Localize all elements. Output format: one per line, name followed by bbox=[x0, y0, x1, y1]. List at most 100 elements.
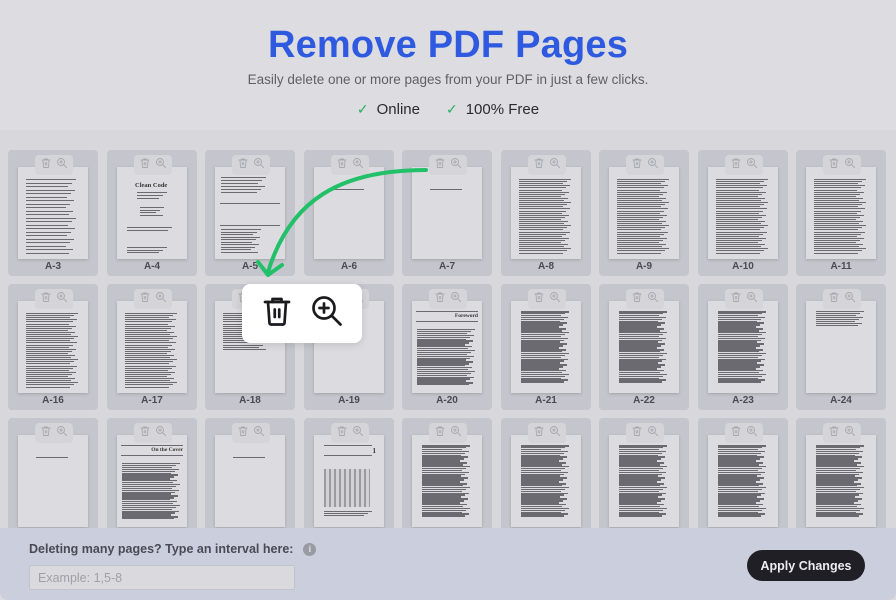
trash-icon[interactable] bbox=[730, 424, 742, 442]
page-thumbnail[interactable] bbox=[215, 435, 285, 527]
page-card[interactable] bbox=[698, 418, 788, 528]
page-card[interactable]: A-6 bbox=[304, 150, 394, 276]
trash-icon[interactable] bbox=[730, 290, 742, 308]
zoom-in-icon[interactable] bbox=[746, 424, 758, 442]
interval-input[interactable] bbox=[29, 565, 295, 590]
page-thumbnail[interactable]: On the Cover bbox=[117, 435, 187, 527]
page-card[interactable]: A-22 bbox=[599, 284, 689, 410]
zoom-in-icon[interactable] bbox=[844, 156, 856, 174]
page-thumbnail[interactable] bbox=[117, 301, 187, 393]
page-thumbnail[interactable] bbox=[806, 167, 876, 259]
page-thumbnail[interactable] bbox=[18, 435, 88, 527]
trash-icon[interactable] bbox=[40, 424, 52, 442]
page-card[interactable]: A-10 bbox=[698, 150, 788, 276]
zoom-in-icon[interactable] bbox=[647, 156, 659, 174]
page-card[interactable]: A-8 bbox=[501, 150, 591, 276]
page-thumbnail[interactable]: 1 bbox=[314, 435, 384, 527]
trash-icon[interactable] bbox=[828, 424, 840, 442]
trash-icon[interactable] bbox=[828, 156, 840, 174]
trash-icon[interactable] bbox=[631, 290, 643, 308]
page-card[interactable]: On the Cover bbox=[107, 418, 197, 528]
zoom-in-icon[interactable] bbox=[450, 156, 462, 174]
page-card[interactable]: A-5 bbox=[205, 150, 295, 276]
page-thumbnail[interactable] bbox=[314, 167, 384, 259]
trash-icon[interactable] bbox=[139, 156, 151, 174]
trash-icon[interactable] bbox=[434, 424, 446, 442]
page-thumbnail[interactable] bbox=[609, 301, 679, 393]
zoom-in-icon[interactable] bbox=[746, 156, 758, 174]
page-thumbnail[interactable] bbox=[708, 435, 778, 527]
zoom-in-icon[interactable] bbox=[56, 424, 68, 442]
page-card[interactable]: A-7 bbox=[402, 150, 492, 276]
zoom-in-icon[interactable] bbox=[309, 293, 345, 334]
page-card[interactable] bbox=[796, 418, 886, 528]
page-thumbnail[interactable] bbox=[708, 167, 778, 259]
page-card[interactable] bbox=[599, 418, 689, 528]
trash-icon[interactable] bbox=[259, 293, 295, 334]
page-card[interactable]: A-11 bbox=[796, 150, 886, 276]
trash-icon[interactable] bbox=[336, 424, 348, 442]
page-thumbnail[interactable] bbox=[18, 301, 88, 393]
page-card[interactable]: A-24 bbox=[796, 284, 886, 410]
trash-icon[interactable] bbox=[237, 424, 249, 442]
zoom-in-icon[interactable] bbox=[549, 424, 561, 442]
page-thumbnail[interactable] bbox=[18, 167, 88, 259]
page-card[interactable]: 1 bbox=[304, 418, 394, 528]
trash-icon[interactable] bbox=[631, 424, 643, 442]
trash-icon[interactable] bbox=[139, 290, 151, 308]
zoom-in-icon[interactable] bbox=[352, 156, 364, 174]
zoom-in-icon[interactable] bbox=[253, 156, 265, 174]
zoom-in-icon[interactable] bbox=[450, 424, 462, 442]
page-card[interactable] bbox=[205, 418, 295, 528]
page-card[interactable]: Foreword A-20 bbox=[402, 284, 492, 410]
page-thumbnail[interactable] bbox=[806, 435, 876, 527]
page-thumbnail[interactable] bbox=[609, 167, 679, 259]
page-thumbnail[interactable] bbox=[511, 301, 581, 393]
trash-icon[interactable] bbox=[40, 156, 52, 174]
zoom-in-icon[interactable] bbox=[844, 424, 856, 442]
trash-icon[interactable] bbox=[533, 290, 545, 308]
page-thumbnail[interactable] bbox=[215, 167, 285, 259]
page-thumbnail[interactable] bbox=[708, 301, 778, 393]
trash-icon[interactable] bbox=[434, 290, 446, 308]
page-card[interactable] bbox=[402, 418, 492, 528]
page-card[interactable]: A-3 bbox=[8, 150, 98, 276]
zoom-in-icon[interactable] bbox=[253, 424, 265, 442]
zoom-in-icon[interactable] bbox=[352, 424, 364, 442]
trash-icon[interactable] bbox=[336, 156, 348, 174]
trash-icon[interactable] bbox=[237, 156, 249, 174]
trash-icon[interactable] bbox=[533, 156, 545, 174]
zoom-in-icon[interactable] bbox=[155, 424, 167, 442]
zoom-in-icon[interactable] bbox=[647, 424, 659, 442]
trash-icon[interactable] bbox=[40, 290, 52, 308]
page-card[interactable]: A-21 bbox=[501, 284, 591, 410]
page-card[interactable]: A-17 bbox=[107, 284, 197, 410]
trash-icon[interactable] bbox=[139, 424, 151, 442]
zoom-in-icon[interactable] bbox=[746, 290, 758, 308]
trash-icon[interactable] bbox=[730, 156, 742, 174]
zoom-in-icon[interactable] bbox=[844, 290, 856, 308]
zoom-in-icon[interactable] bbox=[155, 156, 167, 174]
page-card[interactable]: A-9 bbox=[599, 150, 689, 276]
page-card[interactable]: A-23 bbox=[698, 284, 788, 410]
page-card[interactable] bbox=[8, 418, 98, 528]
trash-icon[interactable] bbox=[533, 424, 545, 442]
apply-changes-button[interactable]: Apply Changes bbox=[747, 550, 865, 581]
zoom-in-icon[interactable] bbox=[450, 290, 462, 308]
zoom-in-icon[interactable] bbox=[647, 290, 659, 308]
trash-icon[interactable] bbox=[828, 290, 840, 308]
page-thumbnail[interactable] bbox=[609, 435, 679, 527]
trash-icon[interactable] bbox=[434, 156, 446, 174]
zoom-in-icon[interactable] bbox=[549, 290, 561, 308]
page-thumbnail[interactable] bbox=[511, 167, 581, 259]
page-thumbnail[interactable] bbox=[511, 435, 581, 527]
zoom-in-icon[interactable] bbox=[56, 290, 68, 308]
info-icon[interactable]: i bbox=[303, 542, 317, 556]
page-thumbnail[interactable] bbox=[806, 301, 876, 393]
page-thumbnail[interactable] bbox=[412, 167, 482, 259]
page-card[interactable]: Clean Code A-4 bbox=[107, 150, 197, 276]
zoom-in-icon[interactable] bbox=[56, 156, 68, 174]
zoom-in-icon[interactable] bbox=[549, 156, 561, 174]
page-thumbnail[interactable] bbox=[412, 435, 482, 527]
page-thumbnail[interactable]: Clean Code bbox=[117, 167, 187, 259]
